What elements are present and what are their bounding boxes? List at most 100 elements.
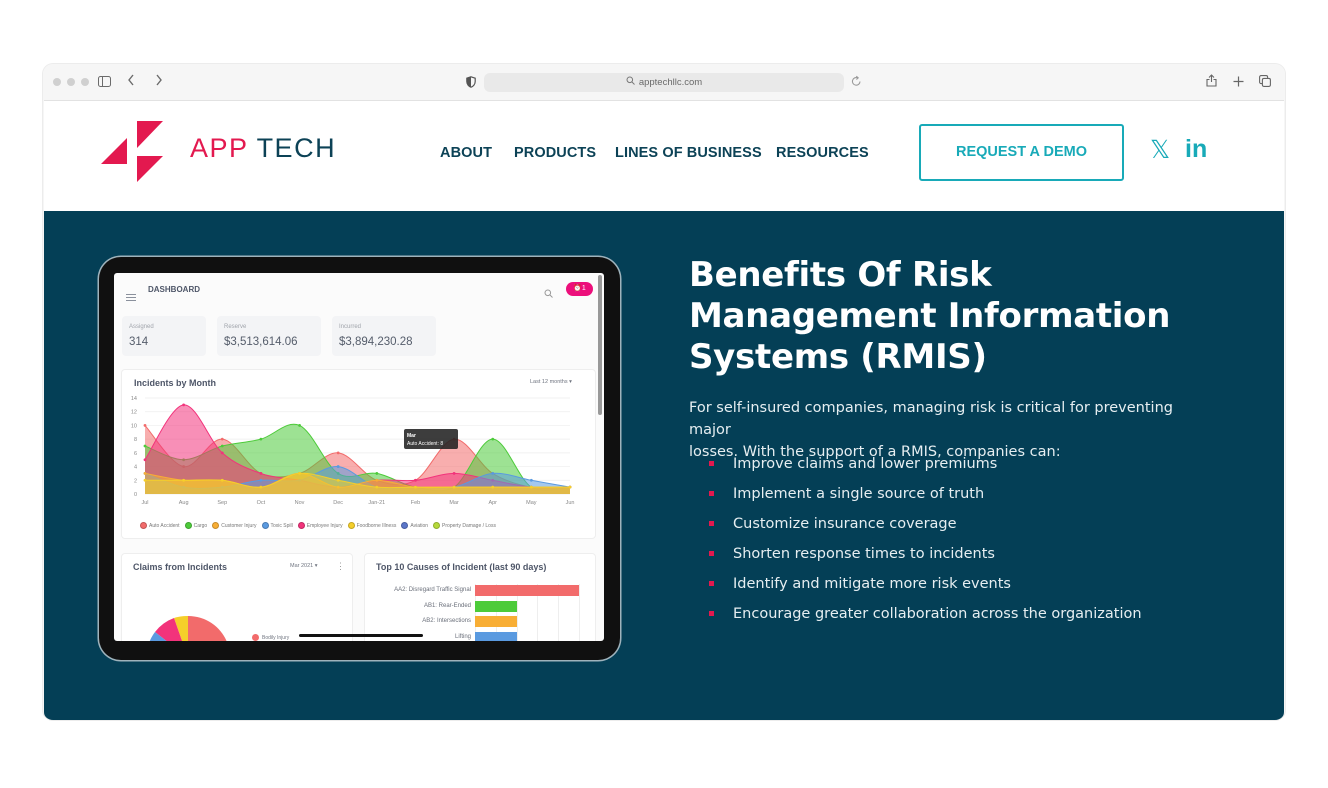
- data-point[interactable]: [336, 465, 340, 468]
- data-point[interactable]: [375, 485, 379, 489]
- dashboard-title: DASHBOARD: [148, 285, 200, 294]
- window-minimize-button[interactable]: [67, 78, 75, 86]
- benefit-item: Shorten response times to incidents: [709, 543, 1142, 573]
- data-point[interactable]: [414, 485, 417, 489]
- chevron-left-icon[interactable]: [127, 73, 135, 91]
- data-point[interactable]: [298, 472, 301, 475]
- causes-bar-chart: AA2: Disregard Traffic Signal AB1: Rear-E…: [365, 554, 597, 641]
- bullet-icon: [709, 611, 714, 616]
- data-point[interactable]: [298, 424, 301, 427]
- data-point[interactable]: [452, 485, 456, 489]
- y-tick-label: 2: [134, 478, 137, 484]
- data-point[interactable]: [143, 472, 147, 475]
- request-demo-button[interactable]: REQUEST A DEMO: [919, 124, 1124, 181]
- data-point[interactable]: [375, 472, 379, 475]
- benefit-item: Identify and mitigate more risk events: [709, 573, 1142, 603]
- window-close-button[interactable]: [53, 78, 61, 86]
- legend-item[interactable]: Cargo: [184, 522, 207, 529]
- data-point[interactable]: [491, 472, 495, 475]
- data-point[interactable]: [529, 485, 533, 489]
- search-icon[interactable]: [544, 285, 553, 303]
- share-icon[interactable]: [1206, 73, 1217, 92]
- legend-item[interactable]: Property Damage / Loss: [433, 522, 496, 529]
- chevron-right-icon[interactable]: [155, 73, 163, 91]
- data-point[interactable]: [259, 485, 263, 489]
- legend-item[interactable]: Toxic Spill: [261, 522, 293, 529]
- menu-icon[interactable]: [126, 288, 136, 306]
- x-tick-label: Aug: [179, 500, 189, 506]
- data-point[interactable]: [220, 444, 224, 448]
- data-point[interactable]: [143, 444, 147, 448]
- data-point[interactable]: [182, 403, 186, 407]
- brand-app: APP: [190, 133, 249, 163]
- x-tick-label: Sep: [217, 500, 227, 506]
- bar[interactable]: [475, 616, 517, 627]
- data-point[interactable]: [259, 478, 263, 482]
- legend-item[interactable]: Aviation: [401, 522, 428, 529]
- stat-incurred[interactable]: Incurred $3,894,230.28: [332, 316, 436, 356]
- apptech-logo-icon[interactable]: [101, 120, 163, 188]
- hero-heading: Benefits Of Risk Management Information …: [689, 255, 1171, 377]
- benefit-item: Implement a single source of truth: [709, 483, 1142, 513]
- x-twitter-icon[interactable]: 𝕏: [1150, 135, 1170, 165]
- browser-window: apptechllc.com APP TECH ABOUT PRODUCTS L…: [43, 64, 1285, 720]
- data-point[interactable]: [529, 478, 533, 482]
- bullet-icon: [709, 581, 714, 586]
- legend-item[interactable]: Auto Accident: [140, 522, 180, 529]
- reload-icon[interactable]: [851, 74, 862, 92]
- data-point[interactable]: [220, 437, 224, 441]
- brand-wordmark[interactable]: APP TECH: [190, 133, 336, 164]
- data-point[interactable]: [143, 458, 147, 462]
- legend-swatch: [140, 522, 147, 529]
- pie-slice-bodily-injury: [188, 615, 227, 641]
- nav-lines-of-business[interactable]: LINES OF BUSINESS: [615, 145, 762, 161]
- nav-products[interactable]: PRODUCTS: [514, 145, 596, 161]
- legend-label: Foodborne Illness: [356, 522, 397, 529]
- data-point[interactable]: [414, 478, 417, 482]
- data-point[interactable]: [143, 424, 147, 427]
- privacy-shield-icon[interactable]: [466, 75, 476, 93]
- bar-label: AB2: Intersections: [422, 618, 471, 624]
- tab-overview-icon[interactable]: [1259, 74, 1271, 92]
- address-bar[interactable]: apptechllc.com: [484, 73, 844, 92]
- legend-swatch: [347, 522, 355, 529]
- data-point[interactable]: [491, 485, 495, 489]
- data-point[interactable]: [568, 485, 572, 489]
- legend-item[interactable]: Foodborne Illness: [347, 522, 397, 529]
- benefit-item: Improve claims and lower premiums: [709, 453, 1142, 483]
- data-point[interactable]: [182, 478, 186, 482]
- data-point[interactable]: [220, 478, 224, 482]
- notification-badge[interactable]: ⏰1: [566, 282, 593, 296]
- data-point[interactable]: [452, 472, 456, 475]
- data-point[interactable]: [143, 478, 147, 482]
- data-point[interactable]: [336, 478, 340, 482]
- legend-item[interactable]: Employee Injury: [297, 522, 343, 529]
- nav-about[interactable]: ABOUT: [440, 145, 492, 161]
- alarm-icon: ⏰: [573, 285, 582, 292]
- data-point[interactable]: [220, 451, 224, 455]
- legend-item[interactable]: Customer Injury: [212, 522, 257, 529]
- y-tick-label: 6: [134, 451, 137, 457]
- sidebar-icon[interactable]: [98, 74, 111, 92]
- data-point[interactable]: [375, 478, 379, 482]
- top-causes-card: Top 10 Causes of Incident (last 90 days)…: [364, 553, 596, 641]
- window-zoom-button[interactable]: [81, 78, 89, 86]
- bar[interactable]: [475, 600, 517, 612]
- nav-resources[interactable]: RESOURCES: [776, 145, 869, 161]
- x-tick-label: Feb: [411, 500, 420, 506]
- bar[interactable]: [475, 631, 517, 641]
- scrollbar[interactable]: [598, 275, 602, 415]
- x-tick-label: Mar: [449, 500, 459, 506]
- data-point[interactable]: [336, 451, 340, 455]
- plus-icon[interactable]: [1233, 74, 1244, 92]
- data-point[interactable]: [491, 437, 495, 441]
- linkedin-icon[interactable]: in: [1185, 135, 1207, 164]
- x-tick-label: Nov: [295, 500, 305, 506]
- brand-tech: TECH: [256, 133, 337, 163]
- data-point[interactable]: [259, 472, 263, 475]
- bar[interactable]: [475, 585, 579, 596]
- stat-assigned[interactable]: Assigned 314: [122, 316, 206, 356]
- stat-reserve[interactable]: Reserve $3,513,614.06: [217, 316, 321, 356]
- legend-label: Auto Accident: [149, 522, 180, 529]
- data-point[interactable]: [259, 437, 263, 441]
